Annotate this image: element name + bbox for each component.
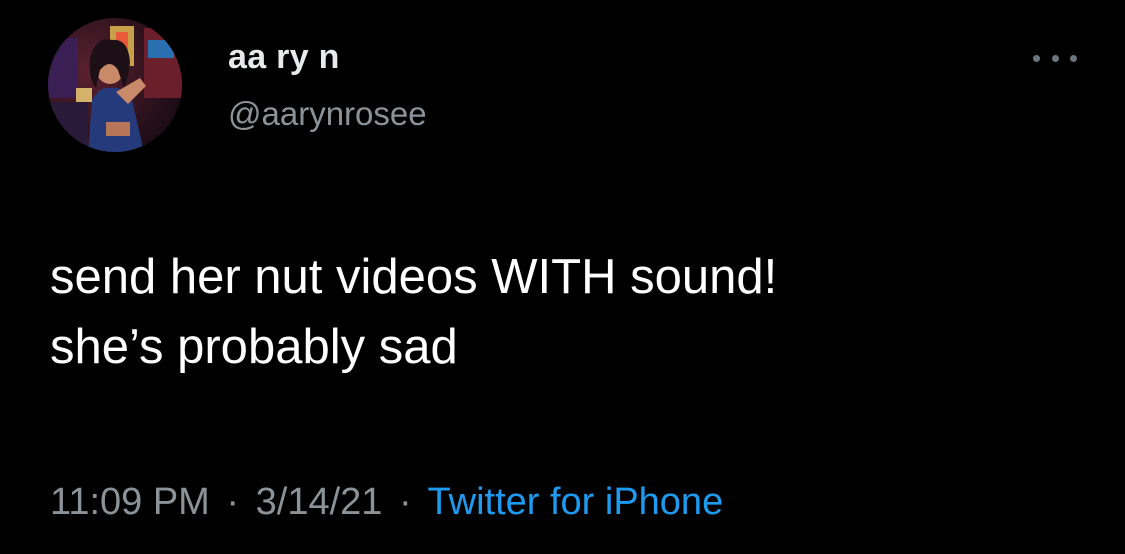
separator-dot: · xyxy=(398,481,412,523)
more-horizontal-icon xyxy=(1051,54,1059,62)
tweet-time[interactable]: 11:09 PM xyxy=(50,481,210,523)
avatar[interactable] xyxy=(48,18,182,152)
separator-dot: · xyxy=(226,481,240,523)
more-options-button[interactable] xyxy=(1033,46,1077,70)
user-handle[interactable]: @aarynrosee xyxy=(228,95,427,133)
tweet-card: aa ry n @aarynrosee send her nut videos … xyxy=(0,0,1125,554)
tweet-date[interactable]: 3/14/21 xyxy=(256,481,383,523)
more-horizontal-icon xyxy=(1033,54,1040,62)
tweet-text: send her nut videos WITH sound! she’s pr… xyxy=(50,250,778,374)
more-horizontal-icon xyxy=(1070,54,1077,62)
avatar-photo xyxy=(48,18,182,152)
tweet-source-link[interactable]: Twitter for iPhone xyxy=(428,481,724,523)
tweet-metadata: 11:09 PM · 3/14/21 · Twitter for iPhone xyxy=(50,481,723,524)
display-name[interactable]: aa ry n xyxy=(228,38,340,77)
